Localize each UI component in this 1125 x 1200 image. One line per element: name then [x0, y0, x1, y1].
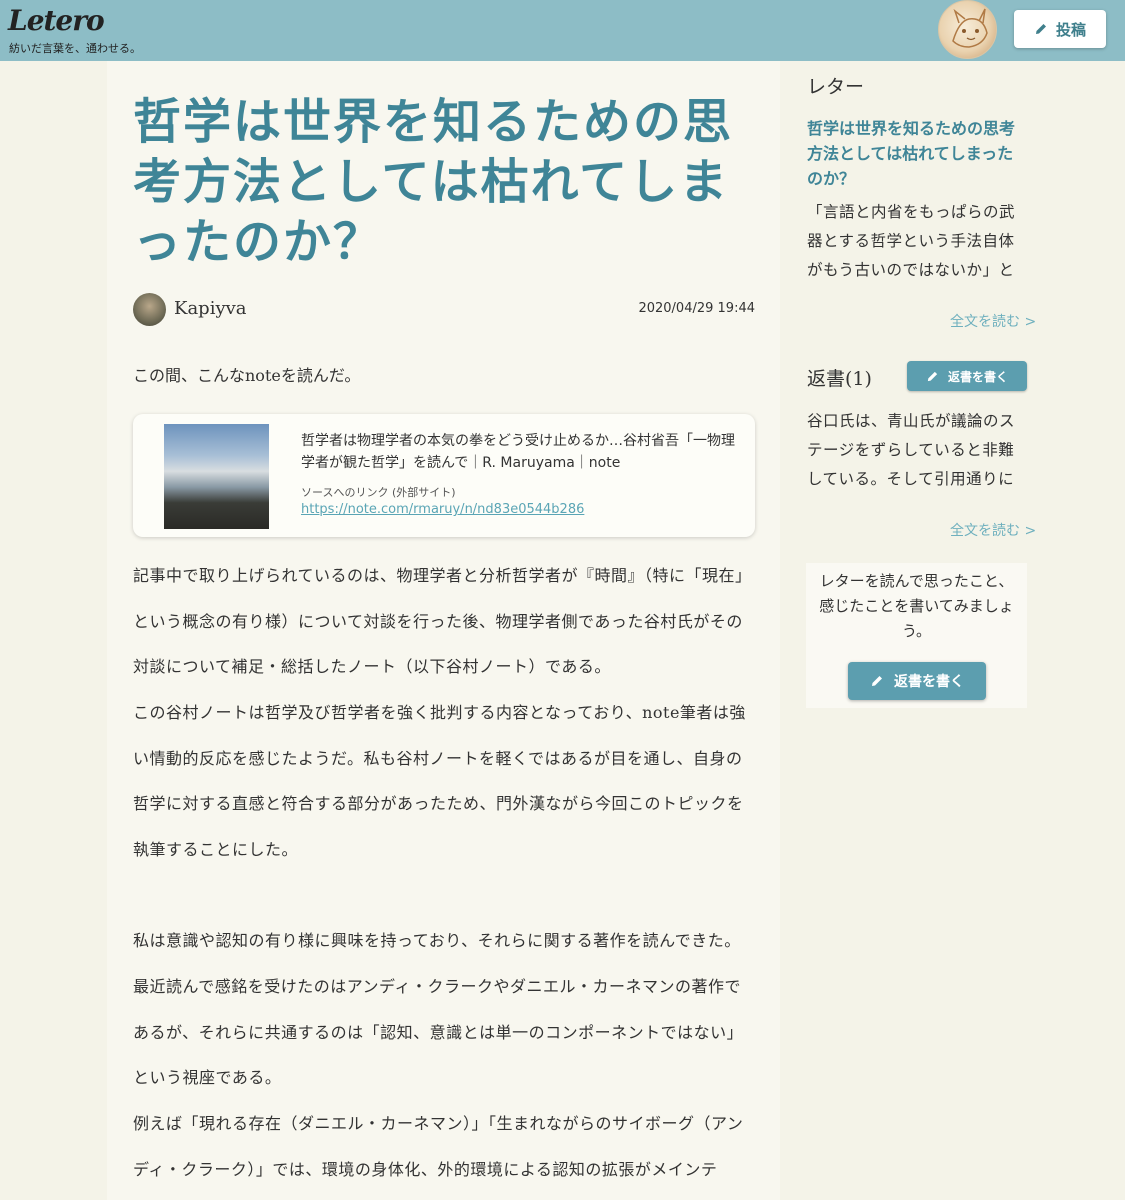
post-date: 2020/04/29 19:44 [638, 301, 755, 316]
link-thumbnail [164, 424, 269, 529]
write-reply-label: 返書を書く [947, 369, 1008, 384]
link-card[interactable]: 哲学者は物理学者の本気の拳をどう受け止めるか…谷村省吾「一物理学者が観た哲学」を… [133, 414, 755, 537]
top-header: Letero 紡いだ言葉を、通わせる。 投稿 [0, 0, 1125, 61]
post-button[interactable]: 投稿 [1014, 10, 1106, 48]
article-title: 哲学は世界を知るための思考方法としては枯れてしまったのか？ [133, 94, 734, 270]
letter-excerpt: 「言語と内省をもっぱらの武器とする哲学という手法自体がもう古いのではないか」と [807, 203, 1016, 279]
author-avatar[interactable] [133, 293, 166, 326]
tagline: 紡いだ言葉を、通わせる。 [9, 42, 141, 55]
pen-icon [872, 676, 882, 686]
replies-heading: 返書(1) [807, 368, 872, 390]
reply-prompt-text: レターを読んで思ったこと、感じたことを書いてみましょう。 [819, 572, 1014, 640]
author-name[interactable]: Kapiyva [174, 298, 247, 319]
letter-title-link[interactable]: 哲学は世界を知るための思考方法としては枯れてしまったのか？ [807, 116, 1027, 191]
reply-prompt-box: レターを読んで思ったこと、感じたことを書いてみましょう。 返書を書く [806, 563, 1027, 708]
avatar-illustration-icon [952, 8, 988, 48]
post-button-label: 投稿 [1055, 20, 1086, 39]
pencil-icon [1035, 24, 1046, 34]
pen-icon [927, 371, 938, 381]
article-paragraph: 最近読んで感銘を受けたのはアンディ・クラークやダニエル・カーネマンの著作であるが… [133, 977, 744, 1088]
letter-heading: レター [807, 76, 865, 98]
link-source-label: ソースへのリンク (外部サイト) [301, 486, 456, 499]
article-intro: この間、こんなnoteを読んだ。 [133, 366, 361, 385]
link-title[interactable]: 哲学者は物理学者の本気の拳をどう受け止めるか…谷村省吾「一物理学者が観た哲学」を… [301, 430, 741, 474]
read-more-reply-link[interactable]: 全文を読む > [950, 520, 1036, 540]
write-reply-button[interactable]: 返書を書く [907, 361, 1027, 391]
write-reply-button-large[interactable]: 返書を書く [848, 662, 986, 700]
reply-excerpt: 谷口氏は、青山氏が議論のステージをずらしていると非難している。そして引用通りに [807, 412, 1016, 488]
write-reply-large-label: 返書を書く [894, 674, 964, 690]
logo[interactable]: Letero [8, 4, 105, 37]
read-more-letter-link[interactable]: 全文を読む > [950, 311, 1036, 331]
article-paragraph: 私は意識や認知の有り様に興味を持っており、それらに関する著作を読んできた。 [133, 931, 741, 950]
article-paragraph: 例えば「現れる存在（ダニエル・カーネマン）」「生まれながらのサイボーグ（アンディ… [133, 1114, 744, 1179]
article-paragraph: 記事中で取り上げられているのは、物理学者と分析哲学者が『時間』（特に「現在」とい… [133, 566, 752, 677]
link-url[interactable]: https://note.com/rmaruy/n/nd83e0544b286 [301, 502, 584, 517]
user-avatar[interactable] [938, 0, 997, 59]
article-paragraph: この谷村ノートは哲学及び哲学者を強く批判する内容となっており、note筆者は強い… [133, 703, 746, 860]
